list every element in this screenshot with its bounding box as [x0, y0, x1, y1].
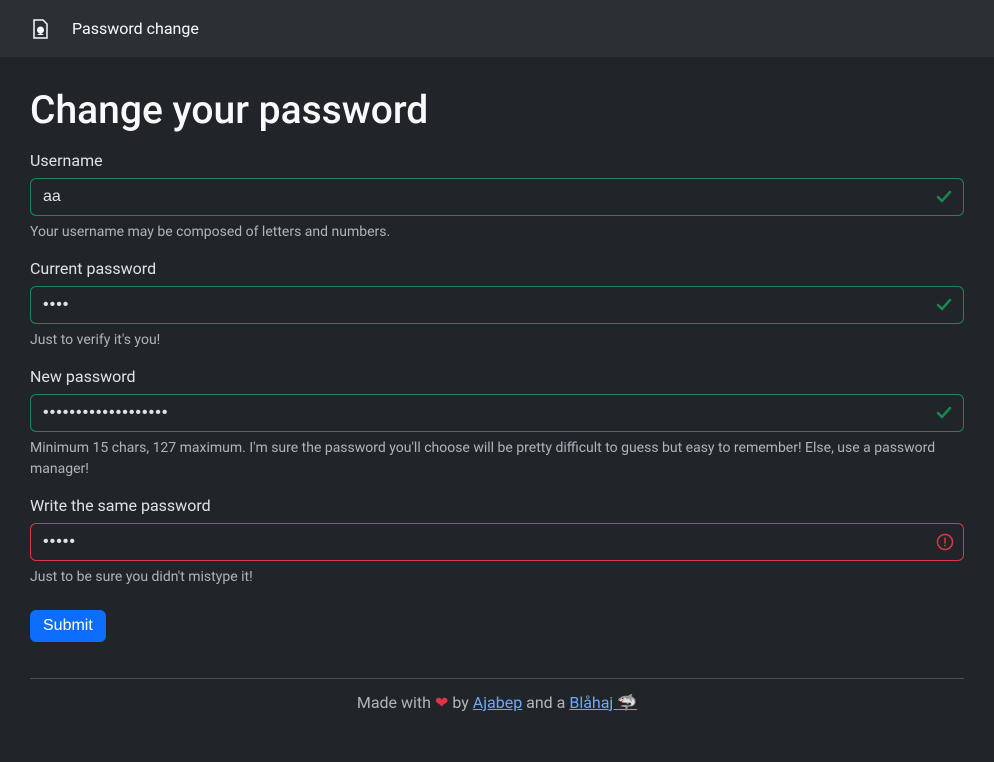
current-password-group: Current password Just to verify it's you… [30, 259, 964, 351]
new-password-input-wrapper [30, 394, 964, 432]
footer-by: by [448, 693, 472, 712]
username-label: Username [30, 151, 964, 170]
new-password-label: New password [30, 367, 964, 386]
current-password-input-wrapper [30, 286, 964, 324]
navbar: Password change [0, 0, 994, 57]
check-icon [934, 295, 954, 315]
new-password-help: Minimum 15 chars, 127 maximum. I'm sure … [30, 438, 964, 480]
blahaj-link[interactable]: Blåhaj 🦈 [569, 693, 637, 712]
username-input[interactable] [30, 178, 964, 216]
app-icon [30, 18, 50, 40]
shark-icon: 🦈 [617, 693, 637, 712]
footer: Made with ❤ by Ajabep and a Blåhaj 🦈 [30, 693, 964, 732]
current-password-input[interactable] [30, 286, 964, 324]
page-title: Change your password [30, 87, 964, 133]
new-password-group: New password Minimum 15 chars, 127 maxim… [30, 367, 964, 480]
main-container: Change your password Username Your usern… [0, 57, 994, 762]
footer-and: and a [522, 693, 569, 712]
check-icon [934, 403, 954, 423]
error-icon [936, 533, 954, 551]
check-icon [934, 187, 954, 207]
submit-button[interactable]: Submit [30, 610, 106, 642]
confirm-password-help: Just to be sure you didn't mistype it! [30, 567, 964, 588]
confirm-password-group: Write the same password Just to be sure … [30, 496, 964, 588]
confirm-password-input-wrapper [30, 523, 964, 561]
new-password-input[interactable] [30, 394, 964, 432]
footer-divider [30, 678, 964, 679]
confirm-password-input[interactable] [30, 523, 964, 561]
author-link[interactable]: Ajabep [473, 693, 522, 712]
current-password-help: Just to verify it's you! [30, 330, 964, 351]
navbar-title: Password change [72, 19, 199, 38]
username-input-wrapper [30, 178, 964, 216]
heart-icon: ❤ [435, 693, 448, 712]
footer-prefix: Made with [357, 693, 435, 712]
current-password-label: Current password [30, 259, 964, 278]
username-help: Your username may be composed of letters… [30, 222, 964, 243]
username-group: Username Your username may be composed o… [30, 151, 964, 243]
confirm-password-label: Write the same password [30, 496, 964, 515]
